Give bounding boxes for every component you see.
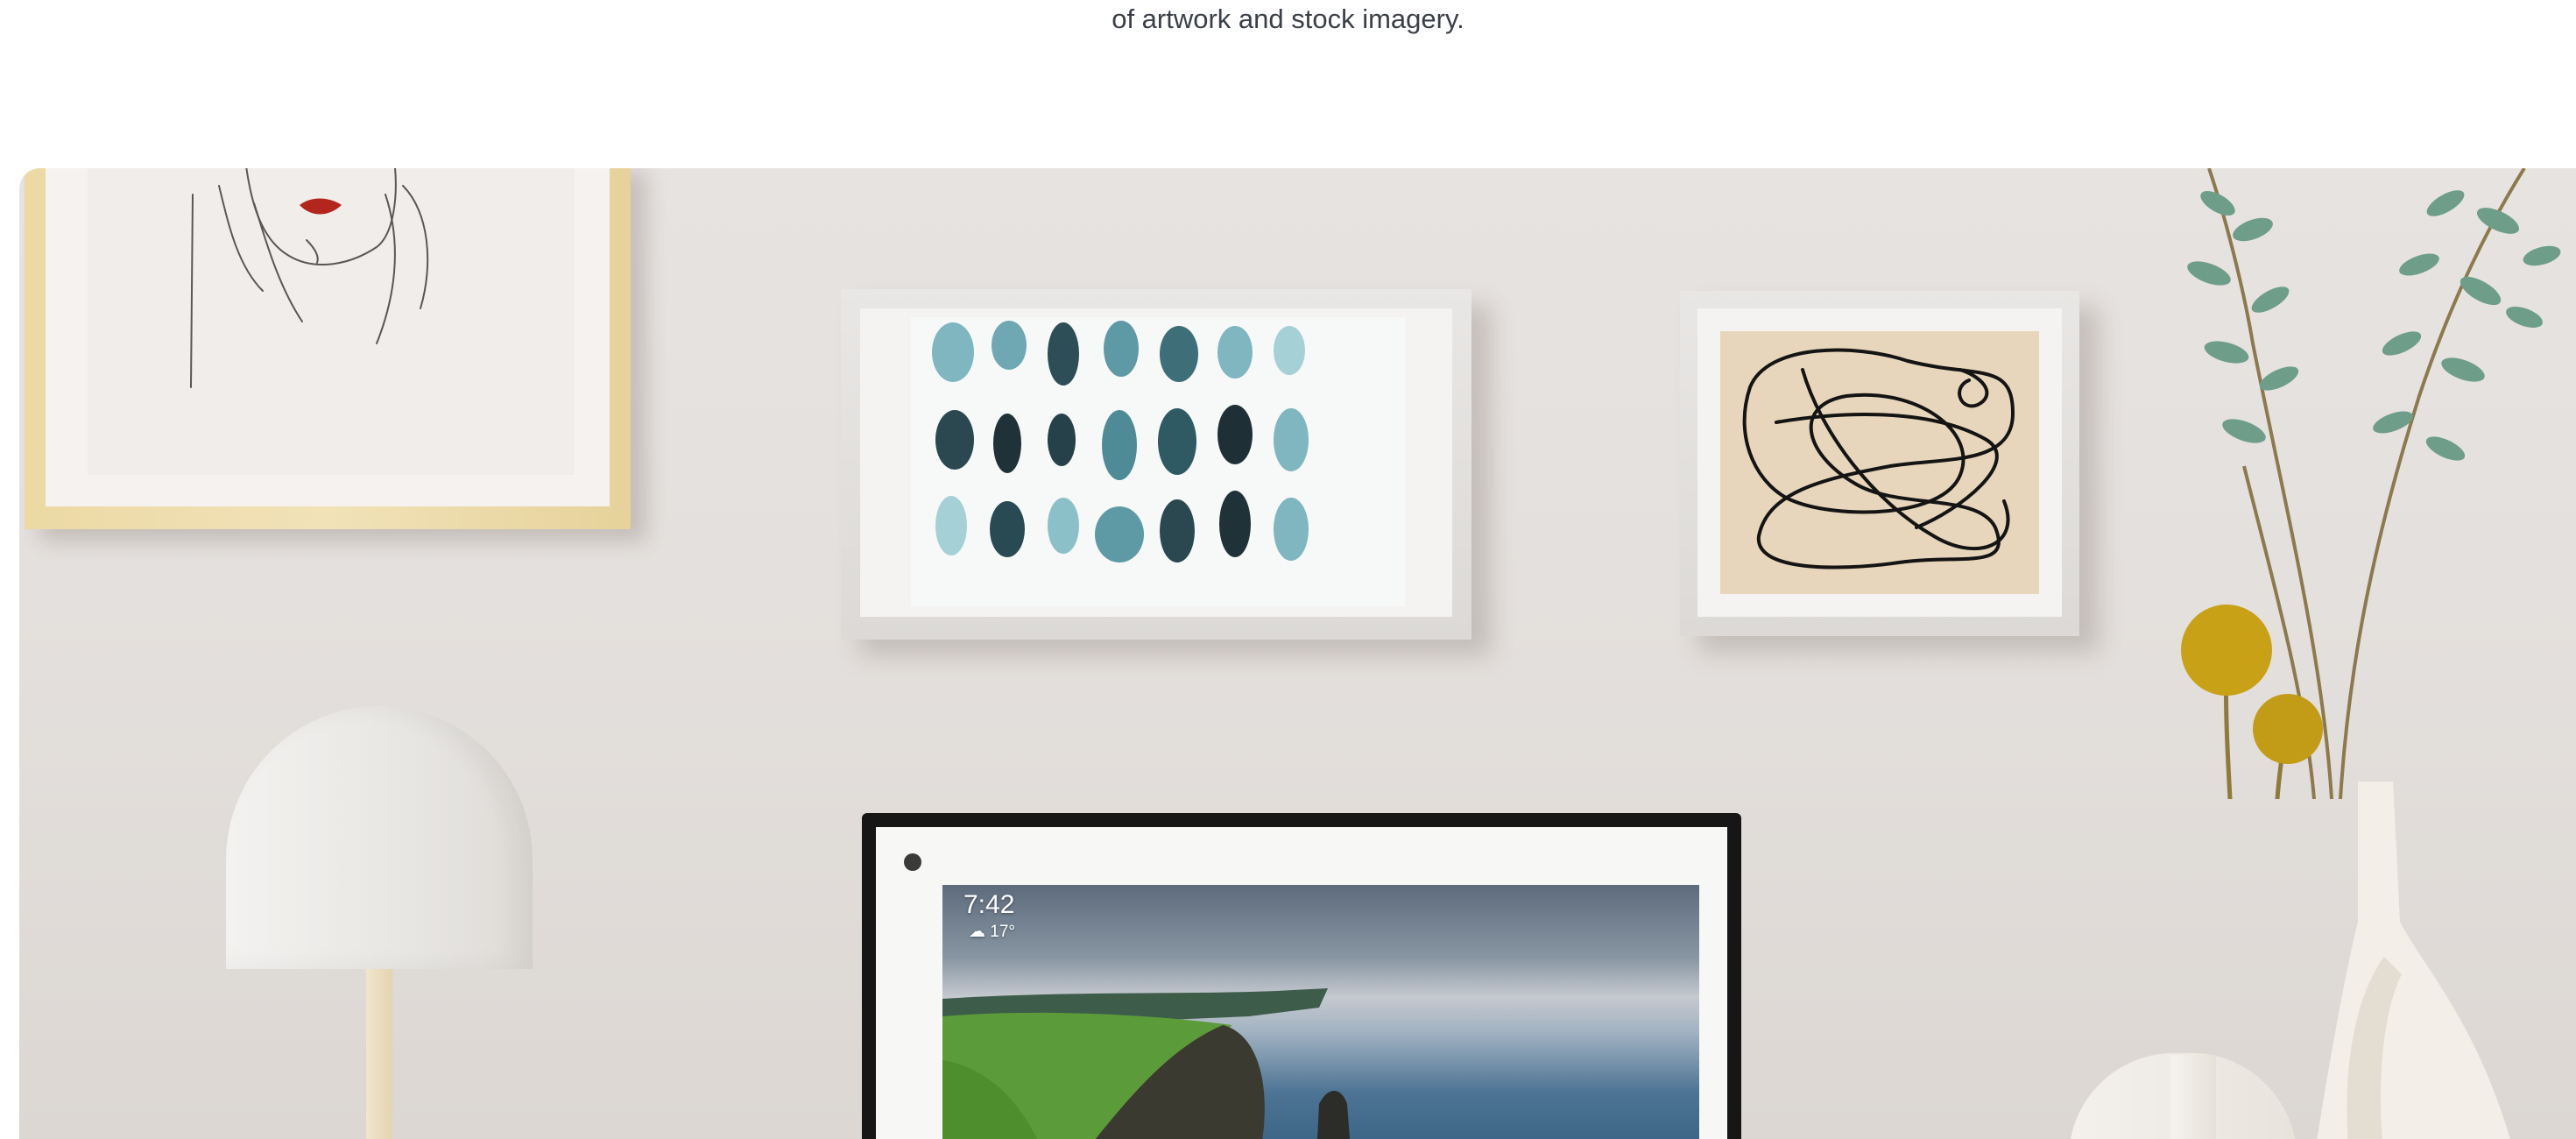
framed-portrait-drawing xyxy=(25,168,631,529)
table-lamp-shade xyxy=(226,706,533,969)
framed-ink-dots-print xyxy=(841,289,1471,640)
hero-caption: of artwork and stock imagery. xyxy=(1112,4,1464,34)
large-vase xyxy=(2317,782,2510,1139)
weather-readout: ☁ 17° xyxy=(969,923,1016,941)
clock-time: 7:42 xyxy=(963,890,1015,919)
device-screen: 7:42 ☁ 17° xyxy=(942,885,1699,1139)
table-lamp-stem xyxy=(366,969,392,1139)
camera-icon xyxy=(904,853,921,871)
small-vase-neck xyxy=(2170,1055,2216,1139)
scribble-art xyxy=(1720,331,2039,594)
hero-image: 7:42 ☁ 17° xyxy=(19,168,2576,1139)
smart-display-device: 7:42 ☁ 17° xyxy=(862,813,1741,1139)
ink-dots-art xyxy=(911,317,1405,606)
framed-scribble-print xyxy=(1680,291,2079,636)
cliffs-landscape-photo xyxy=(942,988,1350,1139)
device-bezel: 7:42 ☁ 17° xyxy=(876,827,1727,1139)
plant-branches xyxy=(2181,168,2561,799)
portrait-drawing-art xyxy=(190,168,429,388)
